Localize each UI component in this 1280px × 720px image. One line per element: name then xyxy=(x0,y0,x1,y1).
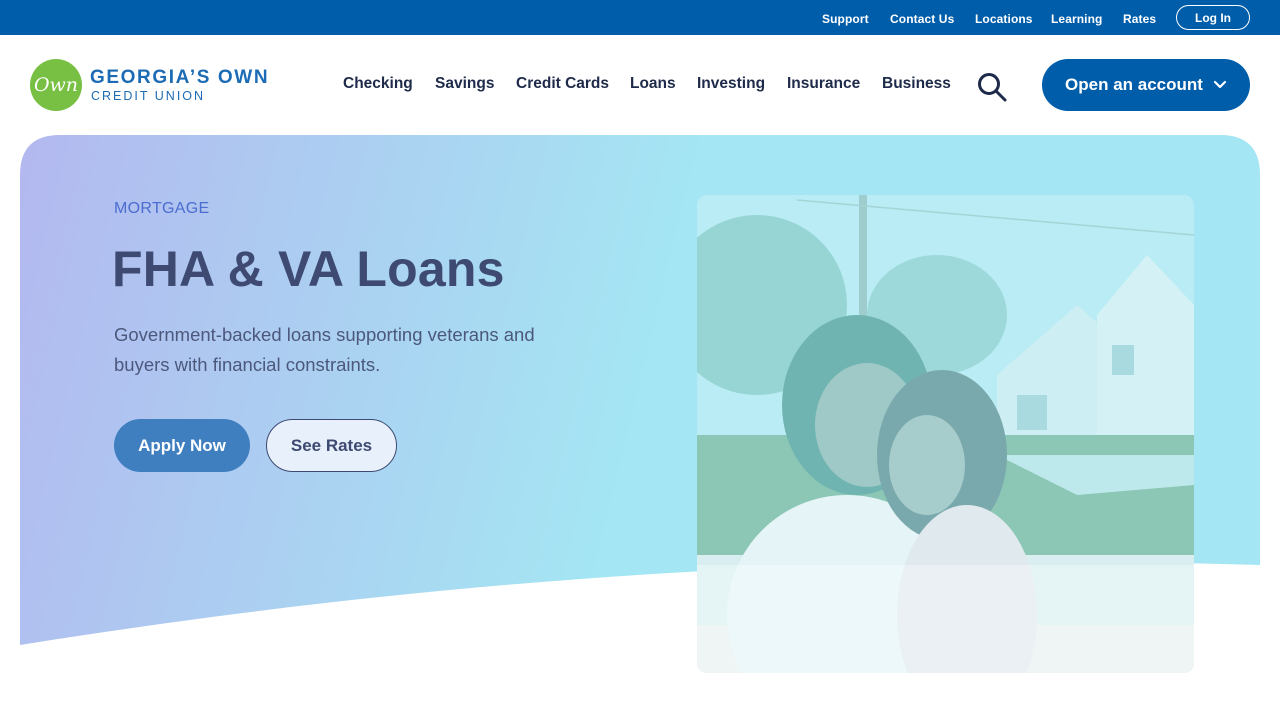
utility-link-locations[interactable]: Locations xyxy=(975,12,1033,26)
hero-description: Government-backed loans supporting veter… xyxy=(114,324,535,375)
see-rates-button[interactable]: See Rates xyxy=(266,419,397,472)
nav-item-savings[interactable]: Savings xyxy=(435,75,494,93)
apply-now-button[interactable]: Apply Now xyxy=(114,419,250,472)
page-title: FHA & VA Loans xyxy=(112,241,505,297)
nav-item-credit-cards[interactable]: Credit Cards xyxy=(516,75,609,93)
nav-item-insurance[interactable]: Insurance xyxy=(787,75,860,93)
logo-name-line1: GEORGIA’S OWN xyxy=(90,67,270,88)
utility-link-contact-us[interactable]: Contact Us xyxy=(890,12,954,26)
nav-item-loans[interactable]: Loans xyxy=(630,75,676,93)
nav-item-business[interactable]: Business xyxy=(882,75,951,93)
utility-bar: Support Contact Us Locations Learning Ra… xyxy=(0,0,1280,35)
utility-link-learning[interactable]: Learning xyxy=(1051,12,1102,26)
open-account-button[interactable]: Open an account xyxy=(1042,59,1250,111)
search-icon[interactable] xyxy=(976,71,1008,103)
logo-mark: Own xyxy=(30,59,82,111)
hero-photo xyxy=(697,195,1194,673)
logo-name-line2: CREDIT UNION xyxy=(91,89,206,103)
chevron-down-icon xyxy=(1213,80,1227,89)
nav-item-checking[interactable]: Checking xyxy=(343,75,413,93)
main-header: Own GEORGIA’S OWN CREDIT UNION Checking … xyxy=(0,35,1280,135)
nav-item-investing[interactable]: Investing xyxy=(697,75,765,93)
hero-eyebrow: MORTGAGE xyxy=(114,200,210,217)
brand-logo[interactable]: Own GEORGIA’S OWN CREDIT UNION xyxy=(30,59,280,113)
utility-link-support[interactable]: Support xyxy=(822,12,869,26)
login-button[interactable]: Log In xyxy=(1176,5,1250,30)
utility-link-rates[interactable]: Rates xyxy=(1123,12,1156,26)
open-account-label: Open an account xyxy=(1065,75,1203,94)
